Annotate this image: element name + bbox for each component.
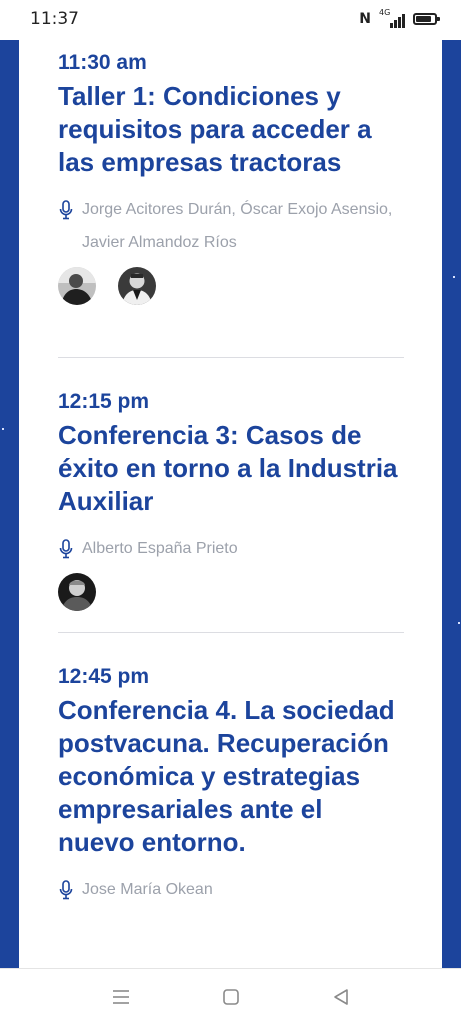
session-item[interactable]: 11:30 am Taller 1: Condiciones y requisi… — [58, 50, 404, 305]
status-bar: 11:37 N 4G — [0, 0, 461, 40]
avatar[interactable] — [58, 267, 96, 305]
right-blue-border — [442, 40, 461, 968]
battery-icon — [413, 13, 440, 25]
left-blue-border — [0, 40, 19, 968]
avatar[interactable] — [118, 267, 156, 305]
speaker-avatars — [58, 573, 404, 611]
session-speakers: Jose María Okean — [58, 873, 404, 906]
speakers-text: Alberto España Prieto — [82, 540, 238, 557]
session-speakers: Jorge Acitores Durán, Óscar Exojo Asensi… — [58, 193, 404, 259]
menu-icon[interactable] — [111, 987, 131, 1007]
session-title[interactable]: Conferencia 3: Casos de éxito en torno a… — [58, 419, 404, 518]
speaker-avatars — [58, 267, 404, 305]
microphone-icon — [59, 539, 73, 559]
status-icons: N 4G — [359, 8, 440, 28]
session-item[interactable]: 12:45 pm Conferencia 4. La sociedad post… — [58, 664, 404, 906]
back-triangle-icon[interactable] — [331, 987, 351, 1007]
session-time: 12:15 pm — [58, 390, 150, 413]
speakers-text: Jorge Acitores Durán, Óscar Exojo Asensi… — [82, 201, 393, 251]
session-title[interactable]: Taller 1: Condiciones y requisitos para … — [58, 80, 404, 179]
microphone-icon — [59, 880, 73, 900]
session-title[interactable]: Conferencia 4. La sociedad postvacuna. R… — [58, 694, 404, 859]
session-speakers: Alberto España Prieto — [58, 532, 404, 565]
network-type-label: 4G — [379, 8, 391, 17]
signal-icon: 4G — [379, 8, 405, 28]
session-time: 11:30 am — [58, 51, 147, 74]
navigation-bar — [0, 968, 461, 1024]
speakers-text: Jose María Okean — [82, 881, 213, 898]
divider — [58, 632, 404, 633]
session-time: 12:45 pm — [58, 665, 150, 688]
schedule-list[interactable]: 11:30 am Taller 1: Condiciones y requisi… — [19, 40, 442, 968]
session-item[interactable]: 12:15 pm Conferencia 3: Casos de éxito e… — [58, 389, 404, 611]
status-time: 11:37 — [30, 9, 79, 29]
microphone-icon — [59, 200, 73, 220]
nfc-icon: N — [359, 11, 371, 27]
home-square-icon[interactable] — [221, 987, 241, 1007]
avatar[interactable] — [58, 573, 96, 611]
divider — [58, 357, 404, 358]
